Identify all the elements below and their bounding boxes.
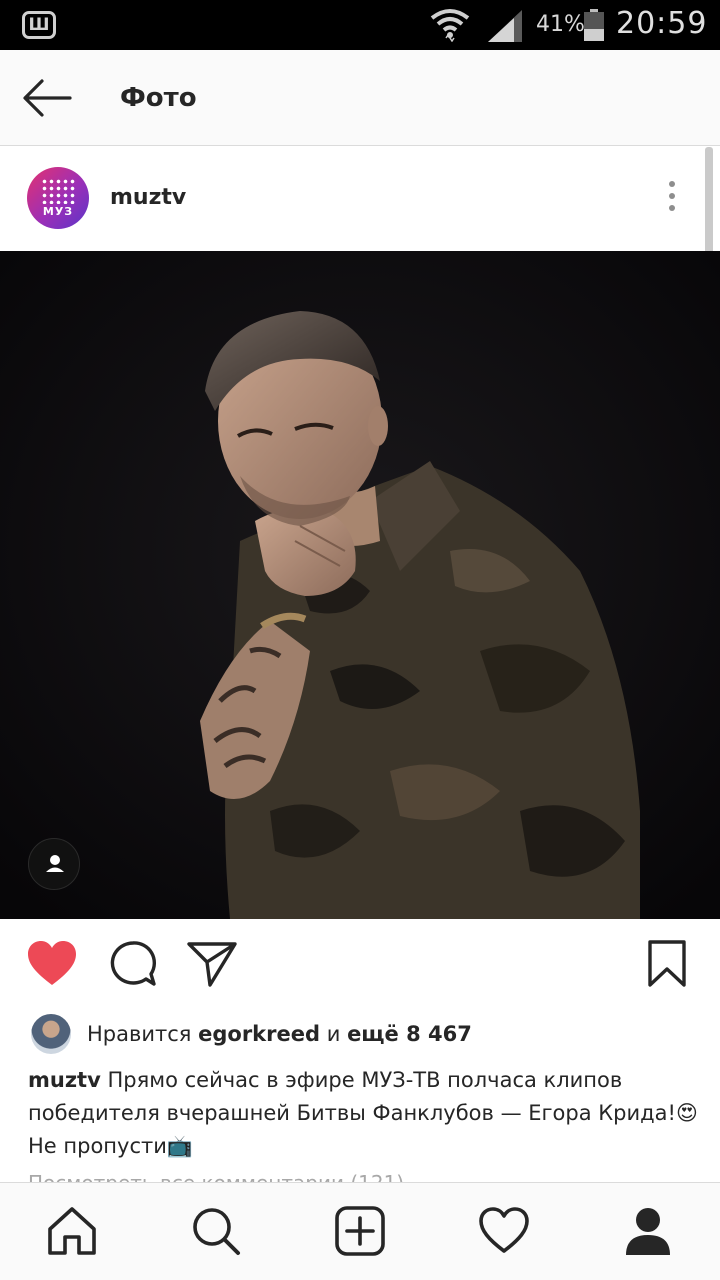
page-title: Фото <box>120 83 197 113</box>
view-comments-link[interactable]: Посмотреть все комментарии (121) <box>28 1168 404 1182</box>
heart-filled-icon[interactable] <box>26 939 78 989</box>
battery-percent: 41% <box>536 12 585 37</box>
battery-icon <box>584 9 604 41</box>
home-icon[interactable] <box>46 1205 98 1257</box>
caption-text: Прямо сейчас в эфире МУЗ-ТВ полчаса клип… <box>28 1068 698 1158</box>
comment-icon[interactable] <box>108 939 158 989</box>
arrow-left-icon[interactable] <box>18 76 76 120</box>
photo-illustration <box>0 251 720 919</box>
bookmark-icon[interactable] <box>645 939 689 989</box>
person-tag-icon[interactable] <box>28 838 80 890</box>
post-actions <box>0 919 720 1009</box>
notification-app-icon: Ш <box>22 11 56 39</box>
likes-prefix: Нравится <box>87 1022 192 1046</box>
likes-middle: и <box>326 1022 341 1046</box>
signal-icon <box>488 10 522 42</box>
avatar-brand-text: МУЗ <box>42 205 74 218</box>
status-clock: 20:59 <box>616 6 708 41</box>
search-icon[interactable] <box>190 1205 242 1257</box>
post-caption: muztv Прямо сейчас в эфире МУЗ-ТВ полчас… <box>28 1064 698 1163</box>
top-app-bar: Фото <box>0 50 720 146</box>
bottom-navigation <box>0 1182 720 1280</box>
post-header: МУЗ muztv <box>0 147 720 251</box>
status-bar: Ш 41% 20:59 <box>0 0 720 50</box>
post-photo[interactable] <box>0 251 720 919</box>
add-post-icon[interactable] <box>334 1205 386 1257</box>
post-author-avatar[interactable]: МУЗ <box>27 167 89 229</box>
likes-row: Нравится egorkreed и ещё 8 467 <box>0 1010 720 1060</box>
more-vertical-icon[interactable] <box>662 181 682 217</box>
send-icon[interactable] <box>186 939 238 989</box>
liker-avatar[interactable] <box>31 1014 71 1054</box>
activity-heart-icon[interactable] <box>478 1205 530 1257</box>
likes-text[interactable]: Нравится egorkreed и ещё 8 467 <box>87 1019 472 1049</box>
wifi-icon <box>430 9 470 42</box>
post-author-username[interactable]: muztv <box>110 183 186 213</box>
profile-icon[interactable] <box>622 1205 674 1257</box>
caption-username[interactable]: muztv <box>28 1068 101 1092</box>
likes-count[interactable]: ещё 8 467 <box>347 1022 472 1046</box>
likes-user[interactable]: egorkreed <box>198 1022 320 1046</box>
